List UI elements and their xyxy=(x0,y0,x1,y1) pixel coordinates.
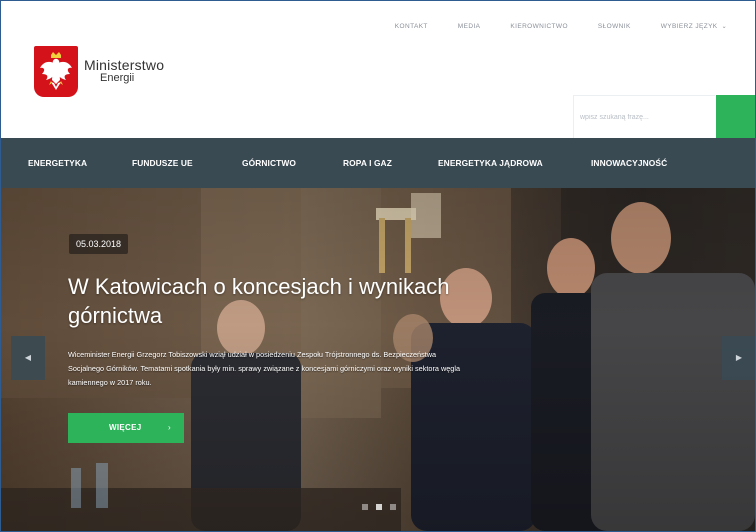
chevron-right-icon: › xyxy=(168,423,171,432)
slider-prev-button[interactable]: ◀ xyxy=(11,336,45,380)
nav-item-innowacyjnosc[interactable]: INNOWACYJNOŚĆ xyxy=(591,138,667,188)
slider-pagination xyxy=(362,504,396,510)
topnav-kierownictwo[interactable]: KIEROWNICTWO xyxy=(510,23,568,30)
chevron-down-icon: ⌄ xyxy=(721,24,727,30)
main-navigation: ENERGETYKA FUNDUSZE UE GÓRNICTWO ROPA I … xyxy=(1,138,755,188)
hero-title[interactable]: W Katowicach o koncesjach i wynikach gór… xyxy=(68,272,488,330)
search-button[interactable] xyxy=(716,95,755,138)
nav-item-ropa-i-gaz[interactable]: ROPA I GAZ xyxy=(343,138,392,188)
site-header: Ministerstwo Energii KONTAKT MEDIA KIERO… xyxy=(1,1,755,138)
hero-slider: 05.03.2018 W Katowicach o koncesjach i w… xyxy=(1,188,755,531)
logo-line-1: Ministerstwo xyxy=(84,57,165,74)
search-box xyxy=(573,95,755,138)
slider-dot[interactable] xyxy=(362,504,368,510)
language-selector[interactable]: WYBIERZ JĘZYK ⌄ xyxy=(661,23,727,30)
nav-item-energetyka[interactable]: ENERGETYKA xyxy=(28,138,87,188)
top-navigation: KONTAKT MEDIA KIEROWNICTWO SŁOWNIK WYBIE… xyxy=(365,23,727,30)
logo-line-2: Energii xyxy=(100,72,135,85)
nav-item-gornictwo[interactable]: GÓRNICTWO xyxy=(242,138,296,188)
browser-viewport: Ministerstwo Energii KONTAKT MEDIA KIERO… xyxy=(0,0,756,532)
hero-date-badge: 05.03.2018 xyxy=(69,234,129,254)
topnav-media[interactable]: MEDIA xyxy=(458,23,481,30)
more-button[interactable]: WIĘCEJ › xyxy=(68,413,184,443)
slider-dot[interactable] xyxy=(390,504,396,510)
chevron-right-icon: ▶ xyxy=(735,353,743,362)
nav-item-energetyka-jadrowa[interactable]: ENERGETYKA JĄDROWA xyxy=(438,138,543,188)
topnav-kontakt[interactable]: KONTAKT xyxy=(395,23,428,30)
chevron-left-icon: ◀ xyxy=(24,353,32,362)
search-input[interactable] xyxy=(573,95,715,138)
topnav-slownik[interactable]: SŁOWNIK xyxy=(598,23,631,30)
logo-text: Ministerstwo Energii xyxy=(84,58,164,84)
language-selector-label: WYBIERZ JĘZYK xyxy=(660,23,718,30)
nav-item-fundusze-ue[interactable]: FUNDUSZE UE xyxy=(132,138,193,188)
hero-description: Wiceminister Energii Grzegorz Tobiszowsk… xyxy=(68,350,461,387)
more-button-label: WIĘCEJ xyxy=(109,423,142,432)
eagle-emblem-icon xyxy=(34,46,78,97)
slider-next-button[interactable]: ▶ xyxy=(722,336,755,380)
site-logo[interactable]: Ministerstwo Energii xyxy=(34,46,164,97)
slider-dot-active[interactable] xyxy=(376,504,382,510)
